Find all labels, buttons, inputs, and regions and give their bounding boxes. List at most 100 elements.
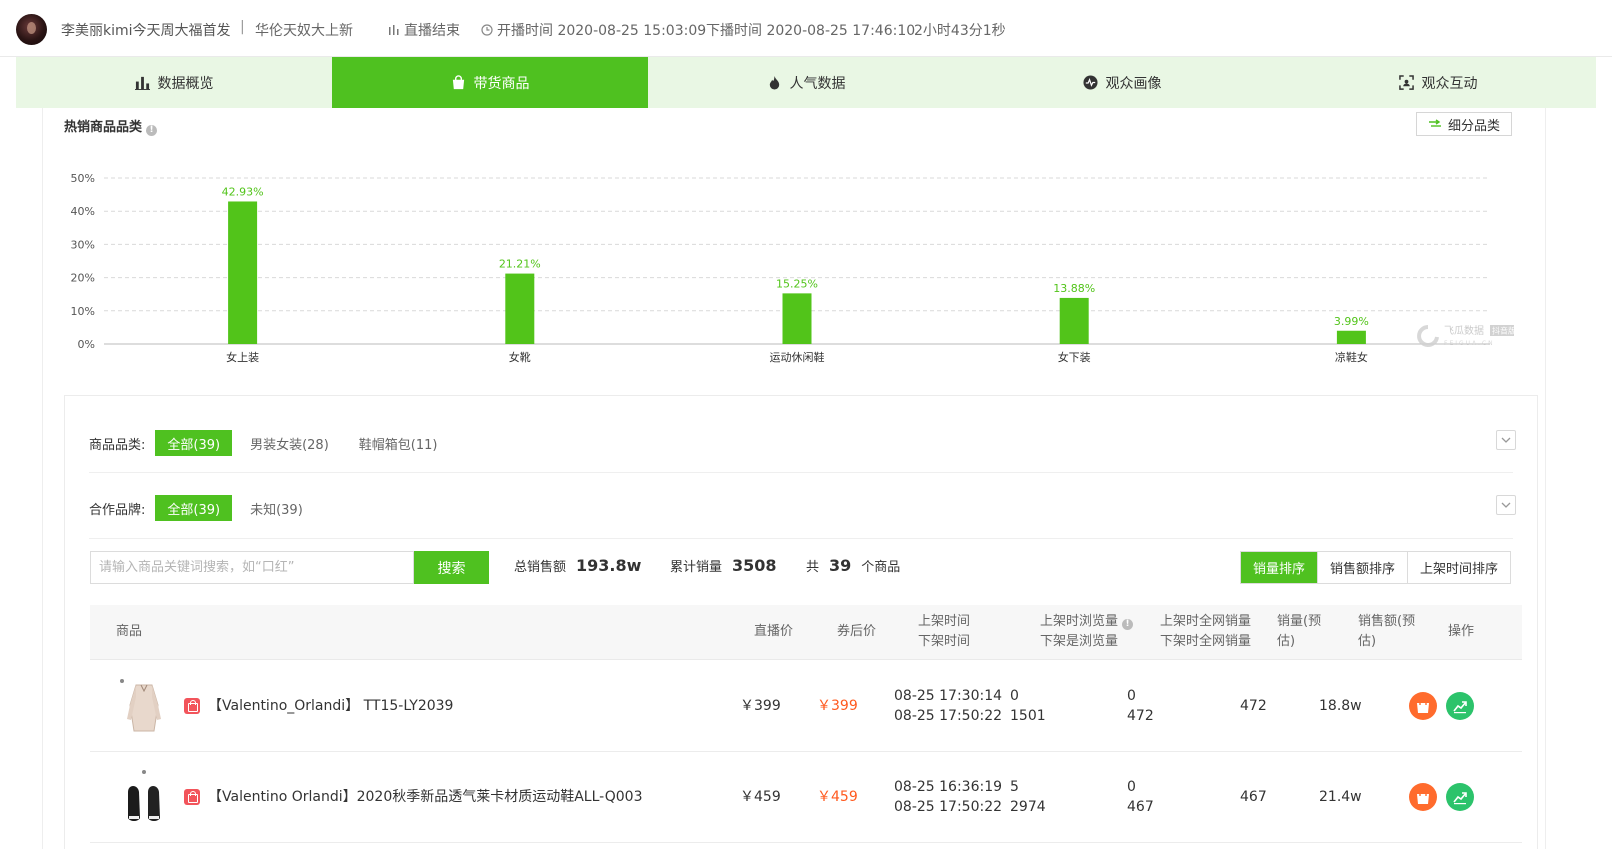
table-row[interactable]: 【Valentino_Orlandi】 TT15-LY2039 ￥399 ￥39…: [90, 661, 1522, 752]
brand-expand-button[interactable]: [1496, 495, 1516, 515]
bar: [1336, 330, 1366, 344]
trend-chart-icon: [1453, 792, 1467, 805]
info-icon[interactable]: !: [1122, 619, 1134, 630]
time-off: 08-25 17:50:22: [894, 708, 1003, 724]
product-thumbnail[interactable]: [114, 766, 174, 826]
bar: [228, 201, 258, 344]
category-expand-button[interactable]: [1496, 430, 1516, 450]
th-live-price: 直播价: [754, 624, 794, 639]
tab-label: 数据概览: [157, 75, 214, 92]
tab-audience-interaction[interactable]: 观众互动: [1280, 57, 1596, 108]
divider: [89, 538, 1513, 539]
views-off: 2974: [1010, 799, 1046, 815]
live-topic: 华伦天奴大上新: [255, 23, 353, 39]
net-off: 472: [1127, 708, 1154, 724]
tab-products[interactable]: 带货商品: [332, 57, 648, 108]
bar-data-label: 15.25%: [776, 277, 818, 290]
subcategory-button-label: 细分品类: [1447, 118, 1500, 134]
y-tick-label: 20%: [71, 272, 95, 285]
watermark-mark: [1417, 325, 1439, 347]
th-time-on: 上架时间: [918, 614, 971, 629]
bar-data-label: 3.99%: [1334, 315, 1369, 328]
bar-chart-icon: [134, 76, 150, 90]
category-chip-all[interactable]: 全部(39): [155, 430, 233, 456]
category-chip-apparel[interactable]: 男装女装(28): [238, 430, 341, 456]
tab-label: 带货商品: [473, 75, 530, 92]
sales-volume: 467: [1240, 789, 1267, 805]
time-off: 08-25 17:50:22: [894, 799, 1003, 815]
category-filter: 商品品类: 全部(39) 男装女装(28) 鞋帽箱包(11): [89, 430, 455, 456]
live-status: 直播结束: [404, 23, 460, 39]
divider: [89, 472, 1513, 473]
category-filter-label: 商品品类:: [89, 437, 146, 453]
flame-icon: [769, 75, 779, 90]
sort-by-amount[interactable]: 销售额排序: [1318, 552, 1409, 583]
clock-icon: [481, 24, 493, 36]
th-views-on: 上架时浏览量!: [1040, 612, 1134, 632]
th-views-on-text: 上架时浏览量: [1040, 614, 1119, 629]
bar: [1059, 297, 1089, 344]
count-suffix: 个商品: [861, 560, 901, 575]
buy-button[interactable]: [1409, 783, 1437, 811]
total-sales-stat: 总销售额 193.8w: [514, 556, 651, 575]
net-on: 0: [1127, 688, 1136, 704]
views-off: 1501: [1010, 708, 1046, 724]
th-coupon-price: 券后价: [837, 624, 877, 639]
th-volume-2: 估): [1277, 634, 1296, 649]
trend-chart-icon: [1453, 701, 1467, 714]
bar: [505, 273, 535, 344]
pulse-icon: [1082, 75, 1098, 90]
views-on: 5: [1010, 779, 1019, 795]
brand-filter: 合作品牌: 全部(39) 未知(39): [89, 495, 321, 521]
y-tick-label: 10%: [71, 305, 95, 318]
live-price: ￥459: [740, 789, 781, 805]
table-row[interactable]: 【Valentino Orlandi】2020秋季新品透气莱卡材质运动鞋ALL-…: [90, 752, 1522, 843]
info-icon[interactable]: !: [146, 125, 158, 136]
tab-popularity[interactable]: 人气数据: [648, 57, 964, 108]
tab-audience-profile[interactable]: 观众画像: [964, 57, 1280, 108]
th-time-off: 下架时间: [918, 634, 971, 649]
product-name[interactable]: 【Valentino Orlandi】2020秋季新品透气莱卡材质运动鞋ALL-…: [208, 787, 642, 807]
shopping-bag-icon: [1417, 698, 1429, 713]
views-on: 0: [1010, 688, 1019, 704]
total-sales-label: 总销售额: [514, 560, 567, 575]
brand-chip-unknown[interactable]: 未知(39): [238, 495, 315, 521]
th-net-off: 下架时全网销量: [1160, 634, 1252, 649]
brand-filter-label: 合作品牌:: [89, 502, 146, 518]
product-name[interactable]: 【Valentino_Orlandi】 TT15-LY2039: [208, 696, 453, 716]
live-duration: 2小时43分1秒: [914, 23, 1006, 39]
streamer-title: 李美丽kimi今天周大福首发: [61, 23, 231, 39]
x-tick-label: 女下装: [1058, 350, 1091, 364]
bar: [782, 293, 812, 344]
header-separator: |: [240, 19, 245, 35]
buy-button[interactable]: [1409, 692, 1437, 720]
x-tick-label: 运动休闲鞋: [770, 350, 825, 364]
watermark-brand: 飞瓜数据: [1444, 324, 1484, 337]
x-tick-label: 女靴: [509, 350, 531, 364]
tab-overview[interactable]: 数据概览: [16, 57, 332, 108]
sort-by-volume[interactable]: 销量排序: [1241, 552, 1319, 583]
total-volume-stat: 累计销量 3508: [670, 556, 787, 575]
section-title: 热销商品品类!: [64, 116, 158, 136]
trend-button[interactable]: [1446, 692, 1474, 720]
watermark-logo: 飞瓜数据 抖音版 FEIGUA.CN: [1417, 324, 1516, 347]
product-search-input[interactable]: [90, 551, 414, 584]
y-tick-label: 30%: [71, 238, 95, 251]
product-thumbnail[interactable]: [114, 675, 174, 735]
y-tick-label: 40%: [71, 205, 95, 218]
category-bar-chart: 0% 10% 20% 30% 40% 50% 42.93% 女上装 21.21% 女靴 15.25%…: [71, 172, 1490, 364]
search-button[interactable]: 搜索: [414, 551, 489, 584]
trend-button[interactable]: [1446, 783, 1474, 811]
sales-volume: 472: [1240, 698, 1267, 714]
avatar[interactable]: [16, 14, 47, 45]
total-volume-value: 3508: [732, 556, 777, 575]
category-chip-shoes-bags[interactable]: 鞋帽箱包(11): [347, 430, 450, 456]
sort-by-time[interactable]: 上架时间排序: [1408, 552, 1511, 583]
bar-status-icon: [389, 25, 399, 35]
total-volume-label: 累计销量: [670, 560, 723, 575]
subcategory-button[interactable]: 细分品类: [1416, 112, 1512, 136]
brand-chip-all[interactable]: 全部(39): [155, 495, 233, 521]
th-views-off: 下架是浏览量: [1040, 634, 1119, 649]
start-time: 开播时间 2020-08-25 15:03:09: [497, 23, 707, 39]
th-product: 商品: [116, 624, 143, 639]
